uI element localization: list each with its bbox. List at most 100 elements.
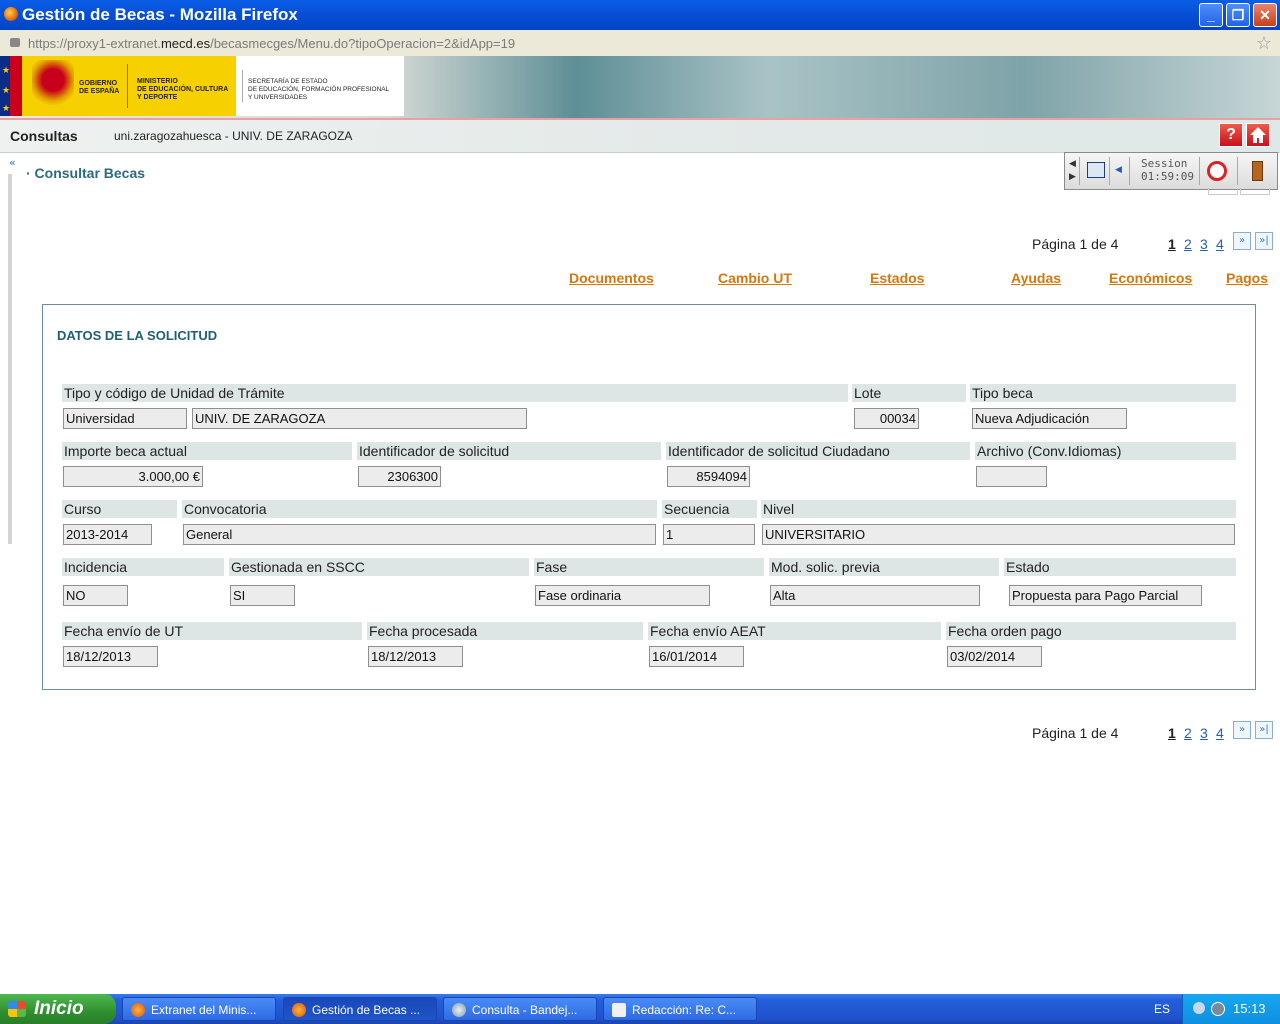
mod-solic-label: Mod. solic. previa xyxy=(769,558,999,576)
incidencia-field: NO xyxy=(63,585,128,606)
estado-field: Propuesta para Pago Parcial xyxy=(1009,585,1202,606)
pagination-info-bottom: Página 1 de 4 xyxy=(1032,725,1119,741)
last-page-button-bottom[interactable]: »| xyxy=(1255,721,1273,739)
scroll-right-icon[interactable]: ▶ xyxy=(1069,172,1076,182)
incidencia-label: Incidencia xyxy=(62,558,224,576)
bookmark-star-icon[interactable]: ☆ xyxy=(1256,33,1272,54)
firefox-icon xyxy=(4,7,18,21)
screen-icon[interactable] xyxy=(1087,162,1105,178)
fecha-orden-pago-field: 03/02/2014 xyxy=(947,646,1042,667)
mail-icon xyxy=(452,1003,466,1017)
mod-solic-field: Alta xyxy=(770,585,980,606)
close-button[interactable]: ✕ xyxy=(1253,3,1277,27)
side-menu-strip[interactable] xyxy=(8,174,12,544)
nivel-label: Nivel xyxy=(761,500,1236,518)
fecha-envio-aeat-label: Fecha envío AEAT xyxy=(648,622,941,640)
page-2-link-bottom[interactable]: 2 xyxy=(1184,725,1192,741)
help-button[interactable]: ? xyxy=(1219,123,1243,147)
lote-field: 00034 xyxy=(854,408,919,429)
network-icon[interactable] xyxy=(1193,1002,1205,1014)
minimize-button[interactable]: _ xyxy=(1199,3,1223,27)
estado-label: Estado xyxy=(1004,558,1236,576)
tab-ayudas[interactable]: Ayudas xyxy=(1011,270,1061,286)
section-bar: Consultas uni.zaragozahuesca - UNIV. DE … xyxy=(0,118,1280,153)
secuencia-label: Secuencia xyxy=(662,500,757,518)
windows-logo-icon xyxy=(8,1001,26,1017)
page-4-link[interactable]: 4 xyxy=(1216,236,1224,252)
compose-icon xyxy=(612,1003,626,1017)
tipo-beca-field: Nueva Adjudicación xyxy=(972,408,1127,429)
home-icon xyxy=(1250,127,1266,143)
secretaria-logo: SECRETARÍA DE ESTADO DE EDUCACIÓN, FORMAC… xyxy=(236,56,404,116)
pagination-info: Página 1 de 4 xyxy=(1032,236,1119,252)
page-1-link-bottom[interactable]: 1 xyxy=(1168,725,1176,741)
maximize-button[interactable]: ❐ xyxy=(1226,3,1250,27)
window-title: Gestión de Becas - Mozilla Firefox xyxy=(22,5,298,24)
convocatoria-field: General xyxy=(183,524,656,545)
tab-cambio-ut[interactable]: Cambio UT xyxy=(718,270,792,286)
codigo-unidad-field: UNIV. DE ZARAGOZA xyxy=(192,408,527,429)
taskbar-item-extranet[interactable]: Extranet del Minis... xyxy=(122,997,276,1021)
tipo-unidad-label: Tipo y código de Unidad de Trámite xyxy=(62,384,848,402)
tipo-beca-label: Tipo beca xyxy=(970,384,1236,402)
eu-flag: ★ ★ ★ xyxy=(0,56,22,116)
page-3-link-bottom[interactable]: 3 xyxy=(1200,725,1208,741)
fecha-procesada-field: 18/12/2013 xyxy=(368,646,463,667)
address-bar[interactable]: https://proxy1-extranet.mecd.es/becasmec… xyxy=(0,30,1280,57)
nivel-field: UNIVERSITARIO xyxy=(762,524,1235,545)
lifebuoy-icon[interactable] xyxy=(1207,161,1227,181)
user-info: uni.zaragozahuesca - UNIV. DE ZARAGOZA xyxy=(114,129,353,143)
tab-documentos[interactable]: Documentos xyxy=(569,270,654,286)
collapse-menu-icon[interactable]: « xyxy=(9,156,16,169)
last-page-button[interactable]: »| xyxy=(1255,232,1273,250)
panel-title: DATOS DE LA SOLICITUD xyxy=(57,328,218,343)
fase-label: Fase xyxy=(534,558,764,576)
security-icon[interactable] xyxy=(1211,1002,1225,1016)
page-1-link[interactable]: 1 xyxy=(1168,236,1176,252)
firefox-icon xyxy=(292,1003,306,1017)
url-text[interactable]: https://proxy1-extranet.mecd.es/becasmec… xyxy=(28,36,515,51)
identificador-ciudadano-field: 8594094 xyxy=(667,466,750,487)
taskbar-item-consulta[interactable]: Consulta - Bandej... xyxy=(443,997,597,1021)
curso-label: Curso xyxy=(62,500,177,518)
breadcrumb[interactable]: · Consultar Becas xyxy=(26,165,145,181)
page-4-link-bottom[interactable]: 4 xyxy=(1216,725,1224,741)
back-arrow-icon[interactable]: ◀ xyxy=(1115,165,1122,175)
start-button[interactable]: Inicio xyxy=(0,994,116,1024)
tab-estados[interactable]: Estados xyxy=(870,270,924,286)
next-page-button[interactable]: » xyxy=(1233,232,1251,250)
session-timer: Session 01:59:09 xyxy=(1141,157,1194,183)
exit-door-icon[interactable] xyxy=(1252,161,1263,181)
language-indicator[interactable]: ES xyxy=(1154,1002,1170,1016)
fecha-envio-aeat-field: 16/01/2014 xyxy=(649,646,744,667)
scroll-left-icon[interactable]: ◀ xyxy=(1069,159,1076,169)
fecha-envio-ut-field: 18/12/2013 xyxy=(63,646,158,667)
taskbar-item-gestion-becas[interactable]: Gestión de Becas ... xyxy=(283,997,437,1021)
window-titlebar: Gestión de Becas - Mozilla Firefox _ ❐ ✕ xyxy=(0,0,1280,30)
tab-economicos[interactable]: Económicos xyxy=(1109,270,1192,286)
government-logo: GOBIERNO DE ESPAÑA MINISTERIO DE EDUCACIÓN… xyxy=(22,56,236,116)
tab-pagos[interactable]: Pagos xyxy=(1226,270,1268,286)
curso-field: 2013-2014 xyxy=(63,524,152,545)
gestionada-field: SI xyxy=(230,585,295,606)
importe-label: Importe beca actual xyxy=(62,442,352,460)
fecha-orden-pago-label: Fecha orden pago xyxy=(946,622,1236,640)
gestionada-label: Gestionada en SSCC xyxy=(229,558,529,576)
lote-label: Lote xyxy=(852,384,966,402)
convocatoria-label: Convocatoria xyxy=(182,500,657,518)
taskbar-item-redaccion[interactable]: Redacción: Re: C... xyxy=(603,997,757,1021)
archivo-field xyxy=(976,466,1047,487)
lock-icon xyxy=(10,38,20,47)
archivo-label: Archivo (Conv.Idiomas) xyxy=(975,442,1236,460)
identificador-label: Identificador de solicitud xyxy=(357,442,661,460)
next-page-button-bottom[interactable]: » xyxy=(1233,721,1251,739)
session-widget: ◀ ▶ ◀ Session 01:59:09 xyxy=(1064,152,1278,190)
identificador-field: 2306300 xyxy=(358,466,441,487)
fecha-procesada-label: Fecha procesada xyxy=(367,622,643,640)
page-2-link[interactable]: 2 xyxy=(1184,236,1192,252)
clock: 15:13 xyxy=(1233,1001,1266,1016)
page-3-link[interactable]: 3 xyxy=(1200,236,1208,252)
fase-field: Fase ordinaria xyxy=(535,585,710,606)
home-button[interactable] xyxy=(1246,123,1270,147)
system-tray: 15:13 xyxy=(1182,994,1280,1024)
